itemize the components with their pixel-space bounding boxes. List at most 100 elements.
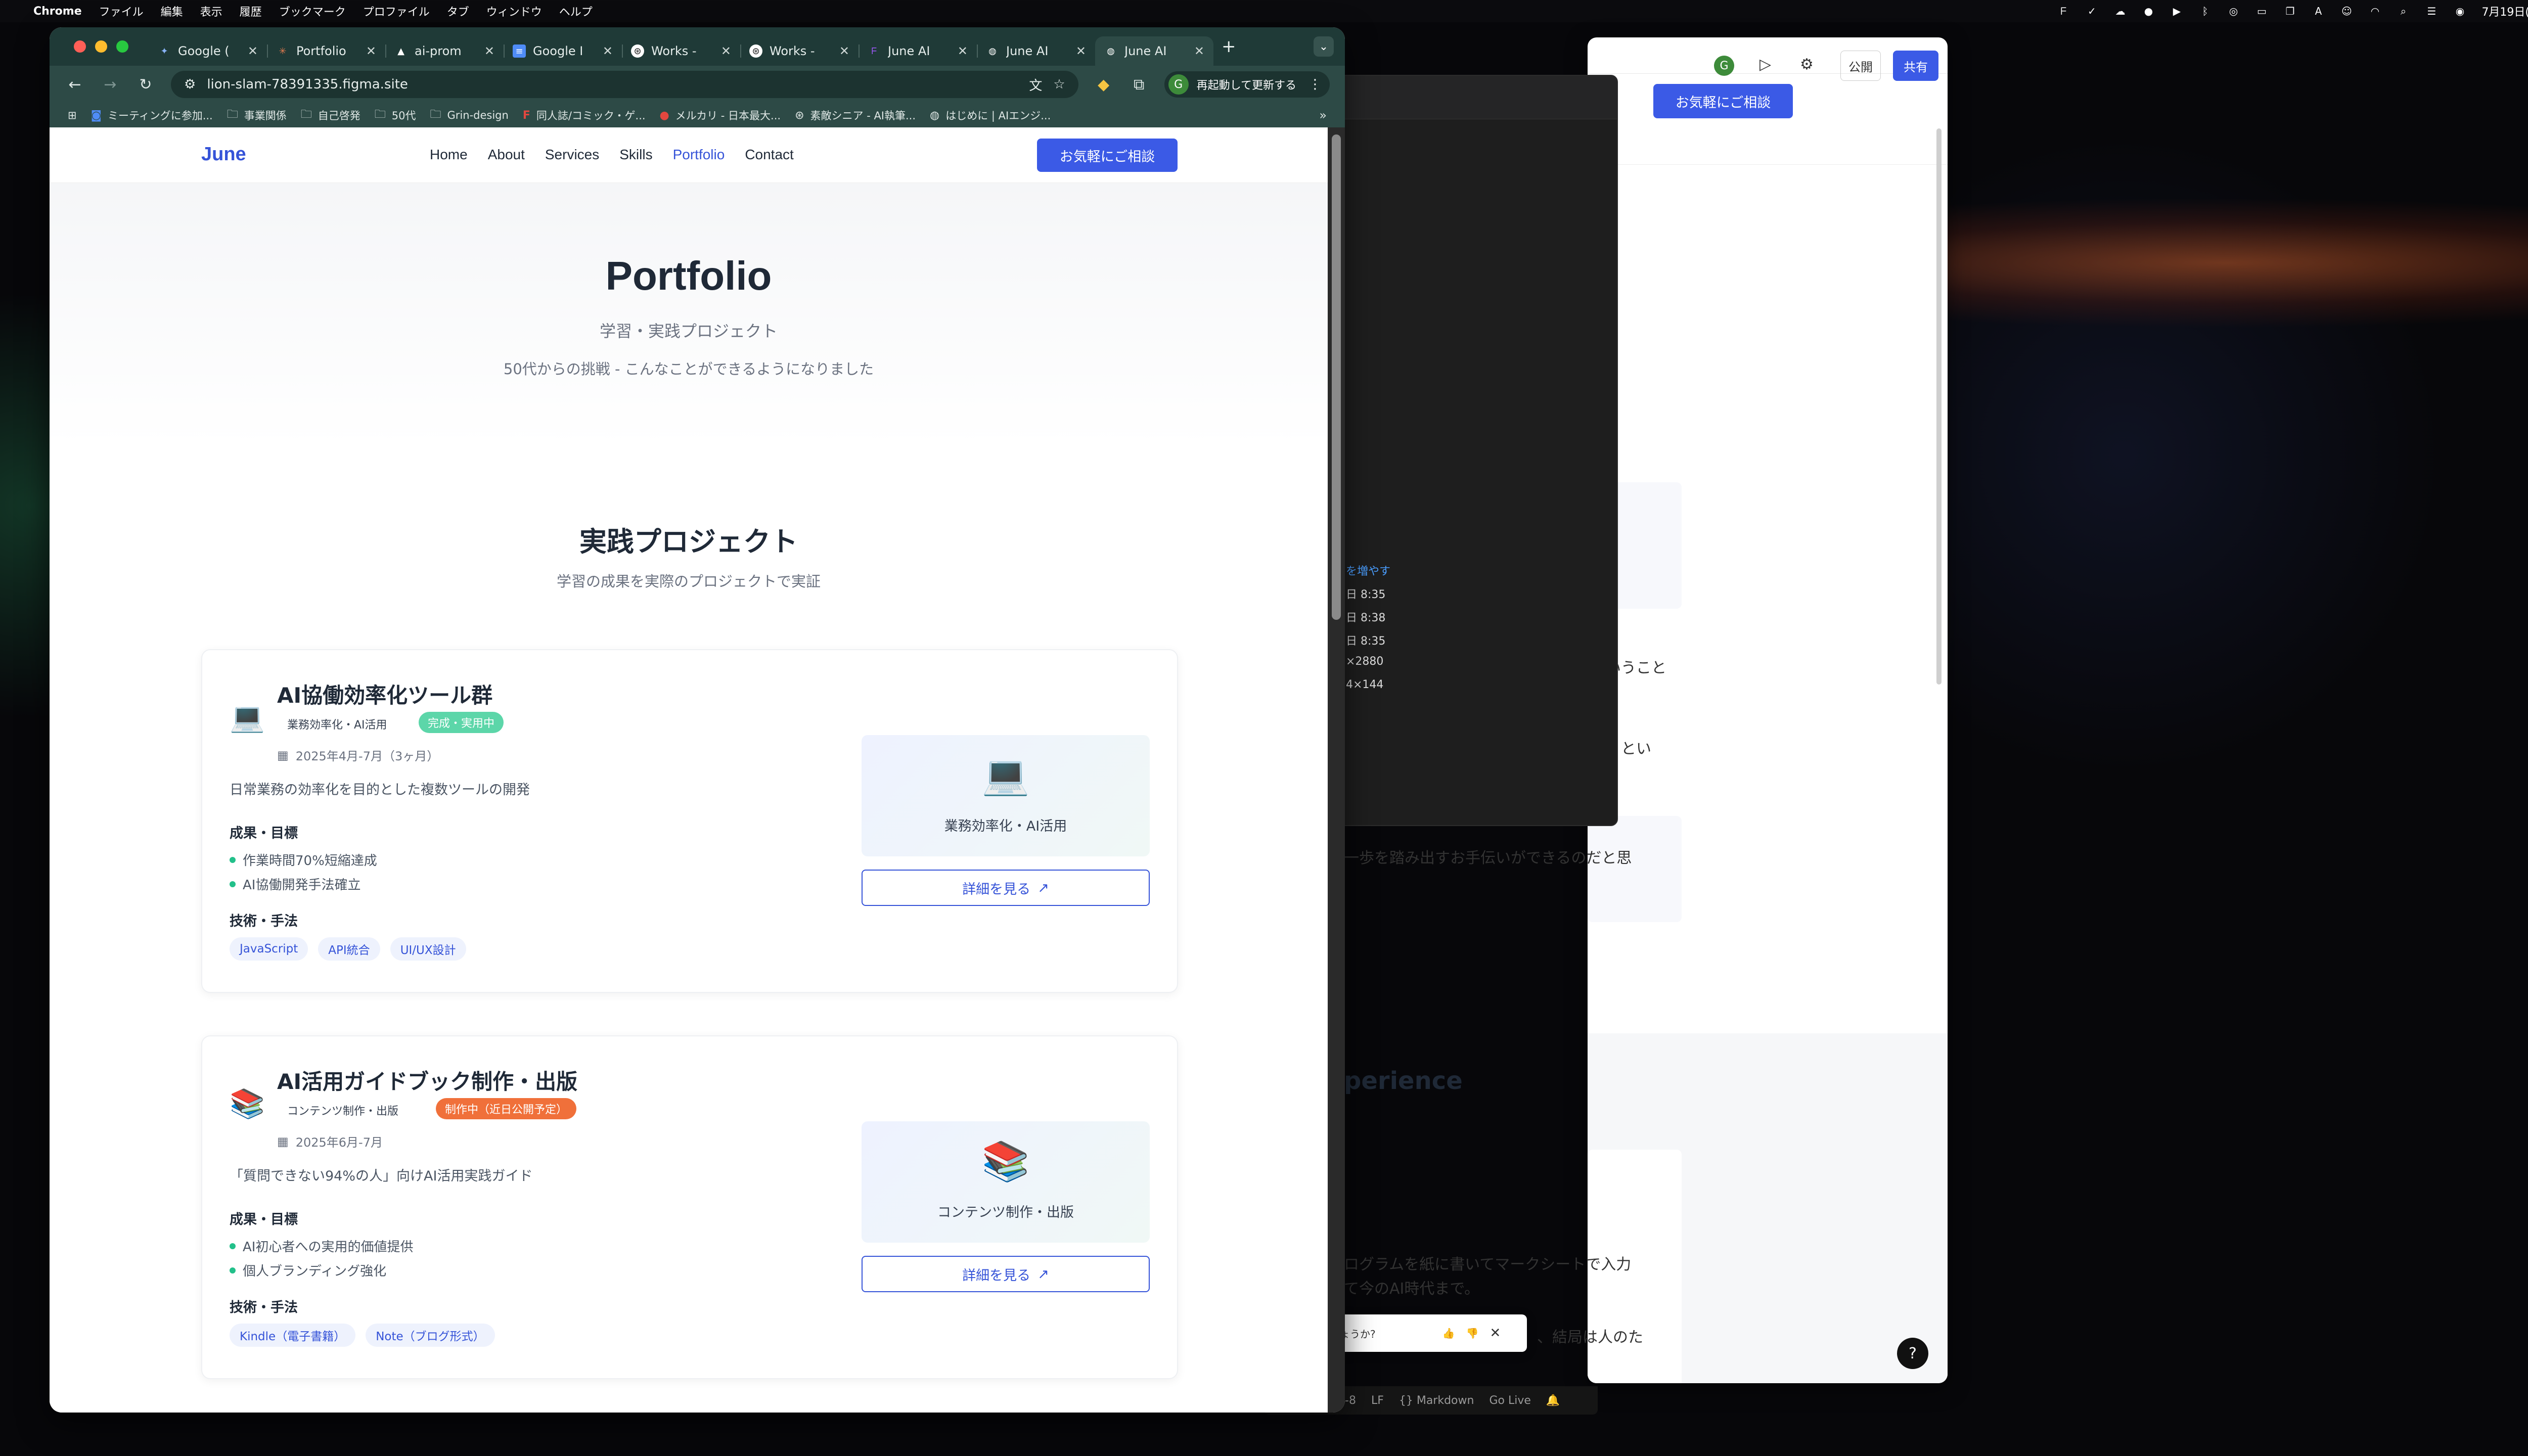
consult-cta-button[interactable]: お気軽にご相談 bbox=[1037, 139, 1178, 172]
user-icon[interactable]: ☺ bbox=[2340, 5, 2353, 17]
settings-gear-icon[interactable]: ⚙ bbox=[1800, 56, 1814, 73]
tab-close-icon[interactable]: ✕ bbox=[958, 44, 968, 58]
play-icon[interactable]: ▶ bbox=[2170, 5, 2183, 17]
tab-close-icon[interactable]: ✕ bbox=[484, 44, 494, 58]
minimize-window-button[interactable] bbox=[95, 40, 107, 53]
tab-active[interactable]: ◍ June AI ✕ bbox=[1095, 36, 1213, 66]
close-icon[interactable]: ✕ bbox=[1489, 1326, 1501, 1341]
nav-contact[interactable]: Contact bbox=[745, 147, 794, 163]
menu-profile[interactable]: プロファイル bbox=[363, 3, 430, 19]
bookmark-item[interactable]: ◙ ミーティングに参加... bbox=[91, 108, 213, 123]
web-page[interactable]: June Home About Services Skills Portfoli… bbox=[50, 127, 1328, 1413]
bookmark-folder[interactable]: 🗀 50代 bbox=[375, 106, 416, 125]
tab[interactable]: ✳ Portfolio ✕ bbox=[267, 36, 385, 66]
apps-grid-icon[interactable]: ⊞ bbox=[68, 109, 77, 121]
encoding-status[interactable]: -8 bbox=[1345, 1394, 1356, 1407]
display-icon[interactable]: ▭ bbox=[2255, 5, 2268, 17]
cloud-icon[interactable]: ☁ bbox=[2113, 5, 2127, 17]
bookmark-item[interactable]: F 同人誌/コミック・ゲ... bbox=[523, 108, 646, 123]
bookmark-item[interactable]: ⊛ 素敵シニア - AI執筆... bbox=[795, 108, 916, 123]
language-status[interactable]: {} Markdown bbox=[1399, 1394, 1474, 1407]
scroll-thumb[interactable] bbox=[1332, 134, 1341, 620]
tab-close-icon[interactable]: ✕ bbox=[1076, 44, 1086, 58]
tab-search-chevron-icon[interactable]: ⌄ bbox=[1314, 36, 1334, 57]
tab[interactable]: ᖴ June AI ✕ bbox=[859, 36, 977, 66]
tab-close-icon[interactable]: ✕ bbox=[603, 44, 613, 58]
reload-icon[interactable]: ↻ bbox=[136, 76, 156, 94]
bookmark-folder[interactable]: 🗀 自己啓発 bbox=[301, 106, 360, 125]
wifi-icon[interactable]: ◠ bbox=[2368, 5, 2381, 17]
thumbs-down-icon[interactable]: 👎 bbox=[1466, 1327, 1479, 1339]
back-arrow-icon[interactable]: ← bbox=[65, 76, 85, 94]
menu-window[interactable]: ウィンドウ bbox=[486, 3, 542, 19]
airdrop-icon[interactable]: ◎ bbox=[2227, 5, 2240, 17]
relaunch-button[interactable]: G 再起動して更新する ⋮ bbox=[1164, 71, 1330, 98]
tab-close-icon[interactable]: ✕ bbox=[839, 44, 849, 58]
bookmark-folder[interactable]: 🗀 Grin-design bbox=[430, 106, 509, 125]
kebab-menu-icon[interactable]: ⋮ bbox=[1304, 77, 1326, 92]
siri-icon[interactable]: ◉ bbox=[2453, 5, 2466, 17]
menu-view[interactable]: 表示 bbox=[200, 3, 222, 19]
details-button[interactable]: 詳細を見る ↗ bbox=[862, 870, 1150, 906]
check-circle-icon[interactable]: ✓ bbox=[2085, 5, 2098, 17]
go-live-button[interactable]: Go Live bbox=[1489, 1394, 1530, 1407]
menu-bookmarks[interactable]: ブックマーク bbox=[279, 3, 346, 19]
bookmark-item[interactable]: ◍ はじめに | AIエンジ... bbox=[930, 108, 1051, 123]
figma-status-icon[interactable]: ᖴ bbox=[2057, 5, 2070, 17]
publish-button[interactable]: 公開 bbox=[1840, 51, 1881, 81]
bell-icon[interactable]: 🔔 bbox=[1546, 1394, 1560, 1407]
extensions-puzzle-icon[interactable]: ⧉ bbox=[1129, 76, 1149, 94]
bookmark-folder[interactable]: 🗀 事業関係 bbox=[227, 106, 287, 125]
chrome-window[interactable]: ✦ Google (✕ ✳ Portfolio ✕ ▲ ai-prom ✕ ≡ Google… bbox=[50, 27, 1345, 1413]
line-icon[interactable]: ● bbox=[2142, 5, 2155, 17]
profile-avatar[interactable]: G bbox=[1168, 74, 1189, 95]
tab[interactable]: ⊛ Works - ✕ bbox=[622, 36, 740, 66]
bookmark-item[interactable]: ● メルカリ - 日本最大... bbox=[660, 108, 781, 123]
close-window-button[interactable] bbox=[74, 40, 86, 53]
tab[interactable]: ◍ June AI ✕ bbox=[977, 36, 1095, 66]
share-button[interactable]: 共有 bbox=[1893, 51, 1938, 81]
help-button[interactable]: ? bbox=[1897, 1338, 1928, 1369]
address-bar[interactable]: ⚙ lion-slam-78391335.figma.site 文 ☆ bbox=[171, 71, 1078, 98]
site-logo[interactable]: June bbox=[201, 144, 246, 165]
menubar-clock[interactable]: 7月19日(土) 8:38 bbox=[2481, 3, 2528, 19]
window-icon[interactable]: ❐ bbox=[2283, 5, 2296, 17]
input-source-icon[interactable]: A bbox=[2312, 5, 2325, 17]
bg-avatar[interactable]: G bbox=[1714, 56, 1734, 76]
tab[interactable]: ≡ Google I ✕ bbox=[504, 36, 622, 66]
eol-status[interactable]: LF bbox=[1371, 1394, 1384, 1407]
bg-cta-button[interactable]: お気軽にご相談 bbox=[1653, 84, 1793, 118]
extension-icon[interactable]: ◆ bbox=[1094, 76, 1114, 94]
nav-about[interactable]: About bbox=[488, 147, 525, 163]
menu-app-name[interactable]: Chrome bbox=[33, 5, 82, 18]
background-figma-window[interactable]: ⋯ G ▷ ⚙ 公開 共有 お気軽にご相談 ということ る」とい 。 ? bbox=[1588, 37, 1948, 1383]
tab-close-icon[interactable]: ✕ bbox=[721, 44, 731, 58]
url-text[interactable]: lion-slam-78391335.figma.site bbox=[207, 77, 1018, 92]
new-tab-button[interactable]: + bbox=[1222, 36, 1236, 57]
details-button[interactable]: 詳細を見る ↗ bbox=[862, 1256, 1150, 1292]
bg-scrollbar[interactable] bbox=[1936, 128, 1942, 685]
tab-close-icon[interactable]: ✕ bbox=[366, 44, 376, 58]
nav-skills[interactable]: Skills bbox=[619, 147, 652, 163]
search-icon[interactable]: ⌕ bbox=[2397, 5, 2410, 17]
thumbs-up-icon[interactable]: 👍 bbox=[1442, 1327, 1455, 1339]
menu-edit[interactable]: 編集 bbox=[161, 3, 183, 19]
menu-tab[interactable]: タブ bbox=[447, 3, 469, 19]
forward-arrow-icon[interactable]: → bbox=[100, 76, 120, 94]
menu-history[interactable]: 履歴 bbox=[240, 3, 262, 19]
tab-close-icon[interactable]: ✕ bbox=[1194, 44, 1204, 58]
bookmark-star-icon[interactable]: ☆ bbox=[1053, 77, 1065, 92]
nav-portfolio[interactable]: Portfolio bbox=[673, 147, 725, 163]
zoom-window-button[interactable] bbox=[116, 40, 128, 53]
page-scrollbar[interactable] bbox=[1328, 127, 1345, 1413]
tab[interactable]: ⊛ Works - ✕ bbox=[740, 36, 859, 66]
tab-close-icon[interactable]: ✕ bbox=[248, 44, 258, 58]
menu-help[interactable]: ヘルプ bbox=[559, 3, 593, 19]
tab[interactable]: ▲ ai-prom ✕ bbox=[385, 36, 504, 66]
preview-play-icon[interactable]: ▷ bbox=[1759, 56, 1771, 73]
bluetooth-icon[interactable]: ᛒ bbox=[2198, 5, 2211, 17]
bookmarks-overflow-icon[interactable]: » bbox=[1319, 108, 1327, 122]
site-info-icon[interactable]: ⚙ bbox=[184, 77, 196, 92]
control-center-icon[interactable]: ☰ bbox=[2425, 5, 2438, 17]
tab[interactable]: ✦ Google (✕ bbox=[149, 36, 267, 66]
